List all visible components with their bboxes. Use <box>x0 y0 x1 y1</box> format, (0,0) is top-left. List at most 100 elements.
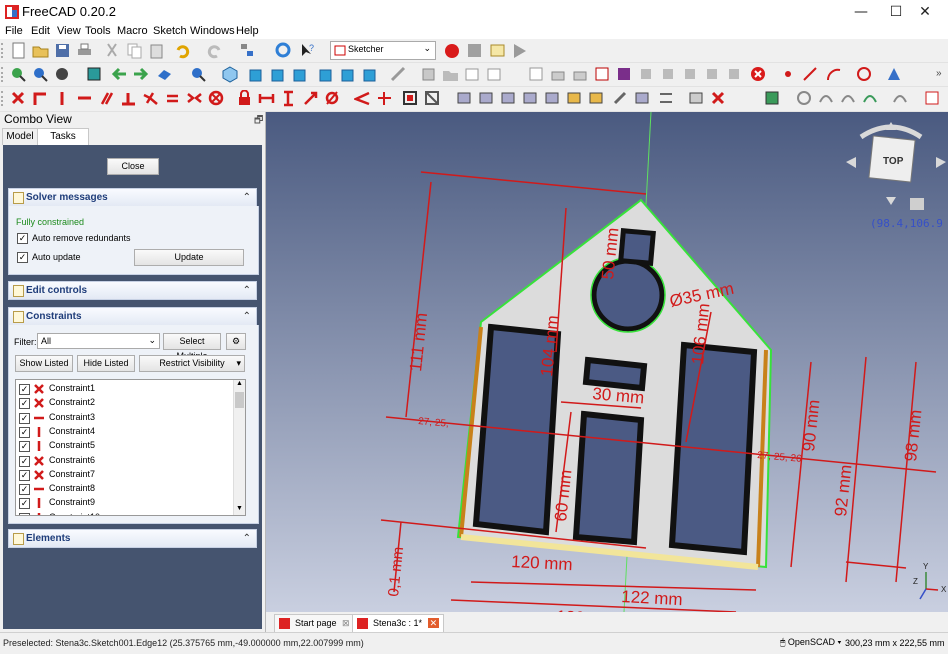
tab-tasks[interactable]: Tasks <box>37 128 89 145</box>
tab-start-page[interactable]: Start page ⊠ <box>274 614 355 633</box>
view-section-icon[interactable] <box>616 66 633 83</box>
collapse-icon[interactable]: ⌃ <box>243 530 251 547</box>
bounding-box-icon[interactable] <box>86 66 103 83</box>
select-vertical-axis-icon[interactable] <box>500 90 517 107</box>
fit-all-icon[interactable] <box>10 66 27 83</box>
view-bottom-icon[interactable] <box>340 66 357 83</box>
show-hide-geometry-icon[interactable] <box>634 90 651 107</box>
map-sketch-icon[interactable] <box>638 66 655 83</box>
link-actions-icon[interactable] <box>486 66 503 83</box>
constraint-item[interactable]: ✓ Constraint3 <box>16 411 226 425</box>
toggle-active-icon[interactable] <box>424 90 441 107</box>
recompute-icon[interactable] <box>275 42 292 59</box>
elements-header[interactable]: Elements ⌃ <box>8 529 257 548</box>
update-button[interactable]: Update <box>134 249 244 266</box>
draw-style-icon[interactable] <box>54 66 71 83</box>
constraint-item[interactable]: ✓ Constraint1 <box>16 382 226 396</box>
constrain-coincident-icon[interactable] <box>10 90 27 107</box>
view-right-icon[interactable] <box>292 66 309 83</box>
workbench-selector[interactable]: Sketcher ⌄ <box>330 41 436 60</box>
view-isometric-icon[interactable] <box>222 66 239 83</box>
macro-stop-icon[interactable] <box>466 42 483 59</box>
mirror-sketch-icon[interactable] <box>726 66 743 83</box>
bspline-increase-icon[interactable] <box>892 90 909 107</box>
constraint-item[interactable]: ✓ Constraint10 <box>16 511 226 515</box>
constrain-diameter-icon[interactable] <box>324 90 341 107</box>
bspline-icon[interactable] <box>764 90 781 107</box>
view-left-icon[interactable] <box>362 66 379 83</box>
cut-icon[interactable] <box>104 42 121 59</box>
toolbar-grip[interactable] <box>1 67 6 82</box>
new-sketch-icon[interactable] <box>528 66 545 83</box>
save-icon[interactable] <box>54 42 71 59</box>
constraint-visible-checkbox[interactable]: ✓ <box>19 512 30 515</box>
sketch-canvas[interactable]: 111 mm 50 mm Ø35 mm 104 mm 106 mm 30 mm … <box>266 112 948 612</box>
print-icon[interactable] <box>76 42 93 59</box>
select-origin-icon[interactable] <box>478 90 495 107</box>
collapse-icon[interactable]: ⌃ <box>243 189 251 206</box>
close-window-button[interactable]: ✕ <box>902 0 948 24</box>
whats-this-icon[interactable]: ? <box>299 42 316 59</box>
constraint-visible-checkbox[interactable]: ✓ <box>19 455 30 467</box>
constraint-visible-checkbox[interactable]: ✓ <box>19 484 30 496</box>
filter-select[interactable]: All ⌄ <box>37 333 160 349</box>
menu-sketch[interactable]: Sketch <box>153 24 187 39</box>
constraint-item[interactable]: ✓ Constraint5 <box>16 439 226 453</box>
paste-icon[interactable] <box>148 42 165 59</box>
right-window-opening[interactable] <box>668 341 758 556</box>
auto-update-checkbox[interactable]: ✓ <box>17 252 28 263</box>
constrain-tangent-icon[interactable] <box>142 90 159 107</box>
auto-remove-checkbox[interactable]: ✓ <box>17 233 28 244</box>
constrain-block-icon[interactable] <box>208 90 225 107</box>
macro-record-icon[interactable] <box>444 42 461 59</box>
constrain-horizontal-distance-icon[interactable] <box>258 90 275 107</box>
constrain-perpendicular-icon[interactable] <box>120 90 137 107</box>
constraint-item[interactable]: ✓ Constraint8 <box>16 482 226 496</box>
constraint-item[interactable]: ✓ Constraint4 <box>16 425 226 439</box>
fit-selection-icon[interactable] <box>32 66 49 83</box>
toggle-driving-icon[interactable] <box>402 90 419 107</box>
constraint-list[interactable]: ✓ Constraint1 ✓ Constraint2 ✓ Constraint3 ✓ Con… <box>15 379 246 516</box>
menu-windows[interactable]: Windows <box>190 24 235 39</box>
part-icon[interactable] <box>420 66 437 83</box>
open-folder-icon[interactable] <box>32 42 49 59</box>
3d-viewport[interactable]: 111 mm 50 mm Ø35 mm 104 mm 106 mm 30 mm … <box>266 112 948 612</box>
constrain-point-on-object-icon[interactable] <box>32 90 49 107</box>
create-circle-icon[interactable] <box>856 66 873 83</box>
restore-constraints-icon[interactable] <box>612 90 629 107</box>
tab-stena3c[interactable]: Stena3c : 1* ✕ <box>352 614 445 633</box>
constraint-item[interactable]: ✓ Constraint7 <box>16 468 226 482</box>
undock-icon[interactable]: 🗗 <box>254 113 263 130</box>
constraint-visible-checkbox[interactable]: ✓ <box>19 384 30 395</box>
view-front-icon[interactable] <box>248 66 265 83</box>
view-top-icon[interactable] <box>270 66 287 83</box>
macro-run-icon[interactable] <box>511 42 528 59</box>
constraint-visible-checkbox[interactable]: ✓ <box>19 426 30 438</box>
link-icon[interactable] <box>464 66 481 83</box>
select-multiple-button[interactable]: Select Multiple <box>163 333 221 361</box>
collapse-icon[interactable]: ⌃ <box>243 282 251 299</box>
create-arc-icon[interactable] <box>826 66 843 83</box>
view-sketch-icon[interactable] <box>594 66 611 83</box>
settings-wrench-icon[interactable]: ⚙ <box>226 333 246 350</box>
bspline-degree-icon[interactable] <box>796 90 813 107</box>
clone-icon[interactable] <box>688 90 705 107</box>
menu-file[interactable]: File <box>5 24 23 39</box>
toolbar-grip[interactable] <box>1 91 6 106</box>
solver-messages-header[interactable]: Solver messages ⌃ <box>8 188 257 207</box>
hide-listed-button[interactable]: Hide Listed <box>77 355 135 372</box>
constraint-visible-checkbox[interactable]: ✓ <box>19 441 30 453</box>
close-tab-icon[interactable]: ⊠ <box>342 618 350 628</box>
constraint-item[interactable]: ✓ Constraint6 <box>16 454 226 468</box>
create-line-icon[interactable] <box>802 66 819 83</box>
menu-tools[interactable]: Tools <box>85 24 111 39</box>
vent-opening[interactable] <box>618 228 656 266</box>
menu-help[interactable]: Help <box>236 24 259 39</box>
constrain-horizontal-icon[interactable] <box>76 90 93 107</box>
constraint-item[interactable]: ✓ Constraint2 <box>16 396 226 410</box>
bspline-knot-icon[interactable] <box>818 90 835 107</box>
undo-icon[interactable] <box>174 42 191 59</box>
select-elements-icon[interactable] <box>588 90 605 107</box>
reorient-sketch-icon[interactable] <box>660 66 677 83</box>
constrain-angle-icon[interactable] <box>354 90 371 107</box>
